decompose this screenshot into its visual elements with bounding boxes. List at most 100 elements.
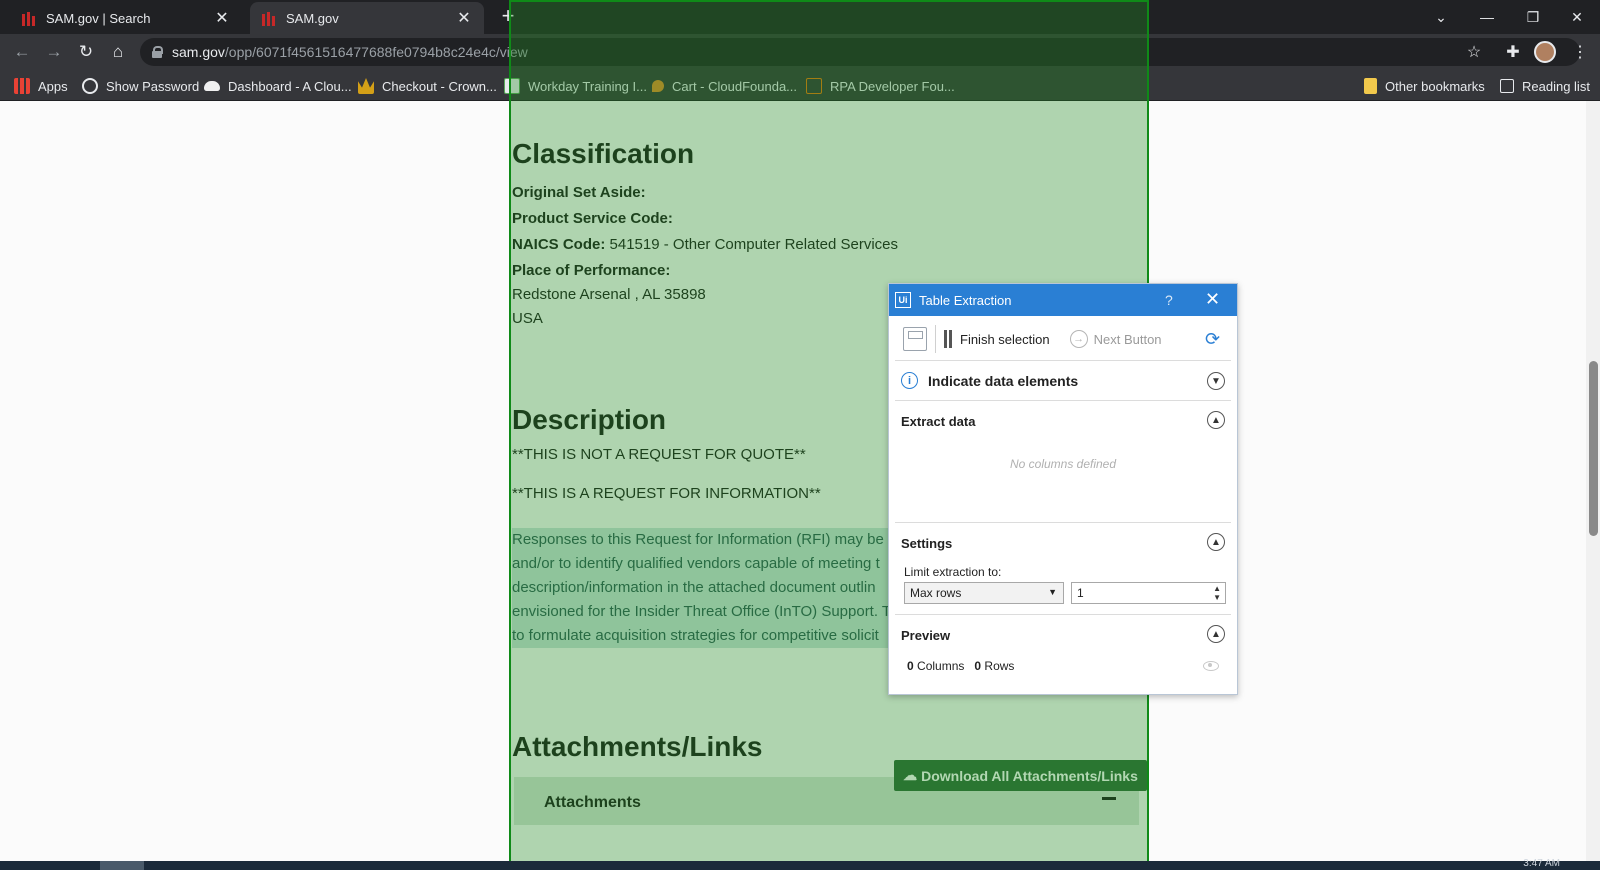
panel-close-icon[interactable]: ✕ — [1205, 289, 1220, 310]
uipath-logo-icon: Ui — [895, 292, 911, 308]
indicate-data-elements-row[interactable]: i Indicate data elements ▼ — [895, 360, 1231, 400]
bookmark-label: Cart - CloudFounda... — [672, 78, 798, 94]
url-path: /opp/6071f4561516477688fe0794b8c24e4c/vi… — [224, 44, 528, 60]
limit-mode-select[interactable]: Max rows ▼ — [904, 582, 1064, 604]
address-bar[interactable]: sam.gov/opp/6071f4561516477688fe0794b8c2… — [140, 38, 1580, 66]
next-button-label: Next Button — [1093, 331, 1162, 347]
cloud-icon — [204, 81, 220, 91]
bookmark-label: Workday Training I... — [528, 78, 647, 94]
attachments-label: Attachments — [544, 794, 641, 811]
next-button-button[interactable]: → Next Button — [1069, 330, 1162, 348]
new-tab-button[interactable]: + — [497, 5, 519, 28]
chevron-up-icon[interactable]: ▲ — [1207, 411, 1225, 429]
limit-extraction-label: Limit extraction to: — [904, 565, 1002, 579]
pin-icon — [652, 80, 664, 92]
naics-value: 541519 - Other Computer Related Services — [605, 236, 899, 253]
preview-section: Preview ▲ 0 Columns 0 Rows — [895, 614, 1231, 692]
toolbar-divider — [935, 325, 936, 353]
info-icon: i — [901, 372, 918, 389]
back-icon[interactable]: ← — [10, 40, 34, 64]
field-label: NAICS Code: — [512, 236, 606, 253]
bookmark-label: RPA Developer Fou... — [830, 78, 955, 94]
next-arrow-icon: → — [1069, 330, 1088, 348]
bookmark-rpa[interactable]: RPA Developer Fou... — [806, 76, 955, 96]
extract-data-section: Extract data ▲ No columns defined — [895, 400, 1231, 522]
minimize-button[interactable]: — — [1464, 0, 1510, 34]
place-line-1: Redstone Arsenal , AL 35898 — [512, 286, 706, 303]
browser-titlebar: SAM.gov | Search ✕ SAM.gov ✕ + ⌄ — ❐ ✕ — [0, 0, 1600, 34]
finish-selection-label: Finish selection — [960, 331, 1050, 347]
bookmark-apps[interactable]: Apps — [14, 76, 68, 96]
panel-toolbar: Finish selection → Next Button ⟳ — [895, 320, 1231, 358]
save-icon[interactable] — [903, 327, 927, 351]
selected-paragraph[interactable]: Responses to this Request for Informatio… — [512, 528, 897, 648]
bookmark-checkout[interactable]: Checkout - Crown... — [358, 76, 497, 96]
description-line: **THIS IS A REQUEST FOR INFORMATION** — [512, 485, 821, 502]
bookmark-show-password[interactable]: Show Password — [82, 76, 199, 96]
window-close-button[interactable]: ✕ — [1554, 0, 1600, 34]
globe-icon — [82, 78, 98, 94]
home-icon[interactable]: ⌂ — [106, 40, 130, 64]
collapse-minus-icon[interactable] — [1102, 797, 1116, 800]
other-bookmarks[interactable]: Other bookmarks — [1364, 76, 1485, 96]
eye-icon[interactable] — [1203, 661, 1219, 671]
reload-icon[interactable]: ↻ — [74, 40, 98, 64]
field-label: Place of Performance: — [512, 262, 671, 279]
uipath-icon — [806, 78, 822, 94]
bookmark-label: Show Password — [106, 78, 200, 94]
taskbar-clock: 3:47 AM — [1523, 858, 1560, 869]
sam-favicon-icon — [22, 10, 38, 26]
taskbar-app-icon[interactable] — [100, 861, 144, 870]
spinner-arrows-icon[interactable]: ▲ ▼ — [1213, 584, 1221, 602]
chevron-up-icon[interactable]: ▲ — [1207, 625, 1225, 643]
no-columns-placeholder: No columns defined — [1009, 457, 1117, 471]
scrollbar-thumb[interactable] — [1589, 361, 1598, 536]
columns-label: Columns — [913, 659, 965, 673]
limit-value: 1 — [1077, 586, 1084, 600]
browser-toolbar: ← → ↻ ⌂ sam.gov/opp/6071f4561516477688fe… — [0, 34, 1600, 70]
indicate-label: Indicate data elements — [928, 372, 1079, 389]
limit-value-input[interactable]: 1 ▲ ▼ — [1071, 582, 1226, 604]
bookmark-workday[interactable]: Workday Training I... — [504, 76, 647, 96]
finish-selection-button[interactable]: Finish selection — [944, 330, 1050, 348]
settings-title: Settings — [901, 536, 953, 551]
paragraph-line: to formulate acquisition strategies for … — [512, 627, 879, 644]
bookmark-star-icon[interactable]: ☆ — [1464, 42, 1484, 62]
restore-button[interactable]: ❐ — [1510, 0, 1556, 34]
help-button[interactable]: ? — [1165, 292, 1173, 308]
url-host: sam.gov — [172, 44, 225, 60]
chevron-down-icon[interactable]: ▼ — [1207, 372, 1225, 390]
chevron-up-icon[interactable]: ▲ — [1207, 533, 1225, 551]
menu-kebab-icon[interactable]: ⋮ — [1570, 42, 1590, 62]
tab-close-icon[interactable]: ✕ — [456, 8, 472, 28]
rows-label: Rows — [981, 659, 1015, 673]
forward-icon[interactable]: → — [42, 40, 66, 64]
reading-list-icon — [1500, 79, 1514, 93]
page-scrollbar[interactable] — [1586, 101, 1600, 861]
profile-avatar[interactable] — [1534, 41, 1556, 63]
tab-sam-search[interactable]: SAM.gov | Search ✕ — [10, 2, 242, 34]
bookmark-label: Apps — [38, 78, 68, 94]
reading-list[interactable]: Reading list — [1500, 76, 1590, 96]
sam-favicon-icon — [262, 10, 278, 26]
tab-close-icon[interactable]: ✕ — [214, 8, 230, 28]
limit-mode-value: Max rows — [910, 586, 962, 600]
place-line-2: USA — [512, 310, 543, 327]
tab-sam-gov[interactable]: SAM.gov ✕ — [250, 2, 484, 34]
paragraph-line: envisioned for the Insider Threat Office… — [512, 603, 892, 620]
tab-title: SAM.gov — [286, 10, 339, 26]
classification-heading: Classification — [512, 138, 695, 169]
tab-search-icon[interactable]: ⌄ — [1418, 0, 1464, 34]
naics-code: NAICS Code: 541519 - Other Computer Rela… — [512, 236, 898, 253]
place-of-performance: Place of Performance: — [512, 262, 670, 279]
field-label: Original Set Aside: — [512, 184, 646, 201]
bookmark-dashboard[interactable]: Dashboard - A Clou... — [204, 76, 352, 96]
paragraph-line: and/or to identify qualified vendors cap… — [512, 555, 880, 572]
extensions-puzzle-icon[interactable]: ✚ — [1503, 42, 1523, 62]
bookmark-cart[interactable]: Cart - CloudFounda... — [652, 76, 797, 96]
folder-icon — [1364, 78, 1377, 94]
field-label: Product Service Code: — [512, 210, 673, 227]
download-all-button[interactable]: ☁ Download All Attachments/Links — [894, 760, 1147, 791]
bookmarks-bar: Apps Show Password Dashboard - A Clou...… — [0, 70, 1600, 101]
refresh-icon[interactable]: ⟳ — [1205, 329, 1220, 350]
